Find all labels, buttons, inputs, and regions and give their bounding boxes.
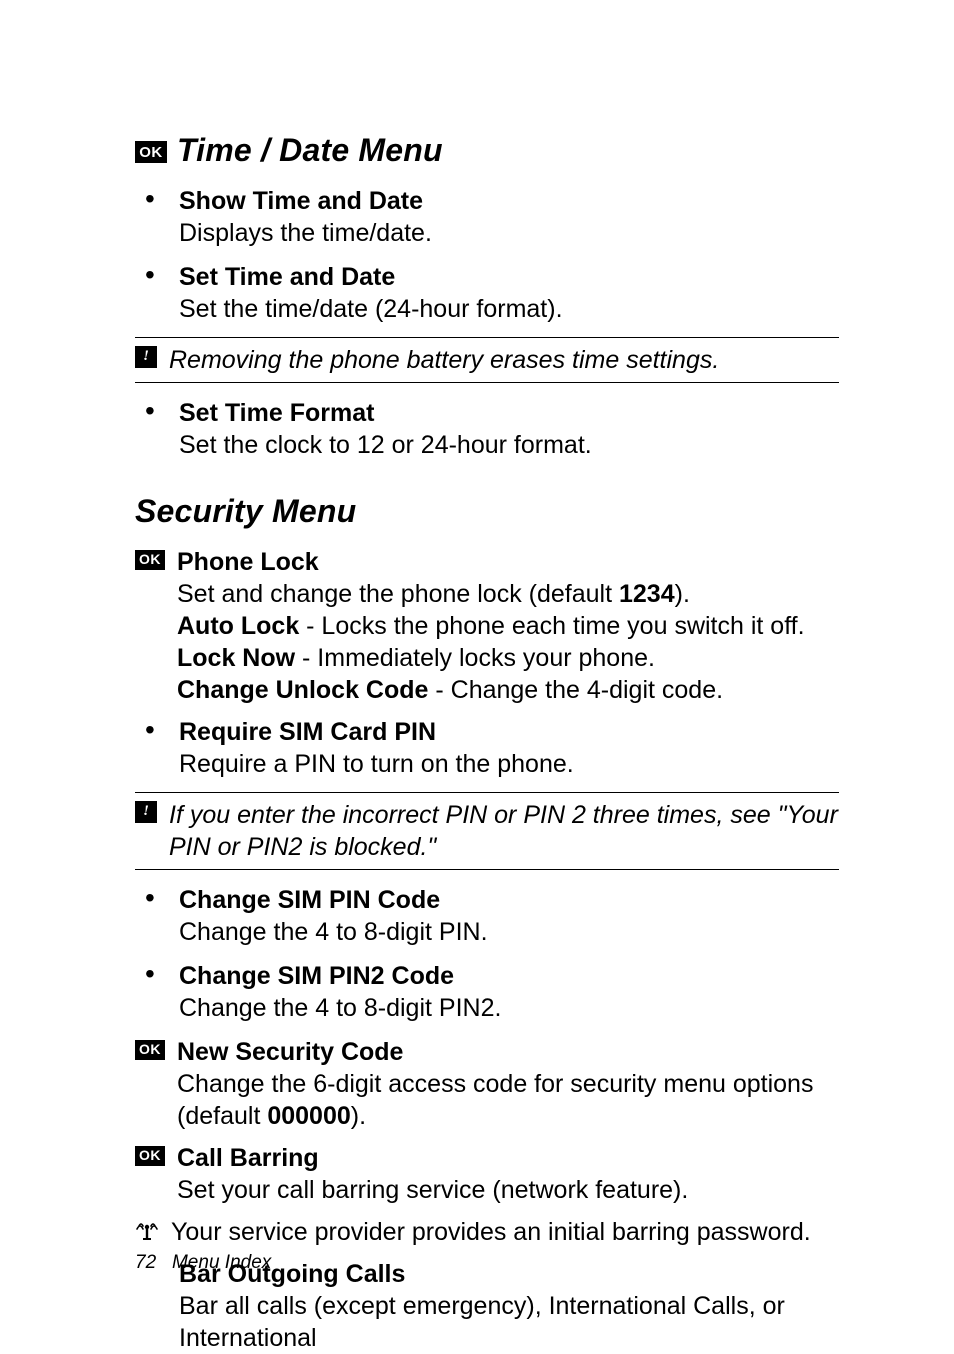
page-footer: 72 Menu Index [135,1251,271,1275]
item-desc: Set the clock to 12 or 24-hour format. [179,429,839,461]
ok-icon: OK [135,550,165,570]
note-pin: ! If you enter the incorrect PIN or PIN … [135,792,839,870]
time-date-list: Show Time and Date Displays the time/dat… [135,185,839,325]
footer-label: Menu Index [172,1252,271,1273]
sub-item: Change Unlock Code - Change the 4-digit … [177,674,839,706]
heading-security: Security Menu [135,491,839,532]
item-desc: Require a PIN to turn on the phone. [179,748,839,780]
desc: - Change the 4-digit code. [428,676,723,704]
item-title: Phone Lock [177,546,839,578]
list-item: Set Time Format Set the clock to 12 or 2… [135,397,839,461]
text: ). [351,1102,366,1130]
item-desc: Change the 4 to 8-digit PIN. [179,916,839,948]
ok-icon: OK [135,1146,165,1166]
security-list-2: Change SIM PIN Code Change the 4 to 8-di… [135,884,839,1024]
note-text: Removing the phone battery erases time s… [169,344,839,376]
item-desc: Set your call barring service (network f… [177,1174,839,1206]
item-desc: Change the 6-digit access code for secur… [177,1068,839,1132]
item-desc: Set and change the phone lock (default 1… [177,578,839,610]
list-item: Set Time and Date Set the time/date (24-… [135,261,839,325]
item-title: Require SIM Card PIN [179,716,839,748]
item-title: Change SIM PIN2 Code [179,960,839,992]
default-code: 000000 [267,1102,350,1130]
label: Auto Lock [177,612,299,640]
item-title: Call Barring [177,1142,839,1174]
item-title: Show Time and Date [179,185,839,217]
security-list-1: Require SIM Card PIN Require a PIN to tu… [135,716,839,780]
list-item: Change SIM PIN2 Code Change the 4 to 8-d… [135,960,839,1024]
label: Lock Now [177,644,295,672]
time-date-list-2: Set Time Format Set the clock to 12 or 2… [135,397,839,461]
item-title: Set Time Format [179,397,839,429]
item-title: Set Time and Date [179,261,839,293]
alert-icon: ! [135,801,157,823]
ok-icon: OK [135,141,167,163]
item-desc: Bar all calls (except emergency), Intern… [179,1290,839,1354]
feature-phone-lock: OK Phone Lock Set and change the phone l… [135,546,839,706]
alert-icon: ! [135,346,157,368]
page-number: 72 [135,1252,156,1273]
feature-new-security-code: OK New Security Code Change the 6-digit … [135,1036,839,1132]
text: ). [675,580,690,608]
network-note-text: Your service provider provides an initia… [171,1216,839,1248]
list-item: Change SIM PIN Code Change the 4 to 8-di… [135,884,839,948]
sub-item: Lock Now - Immediately locks your phone. [177,642,839,674]
heading-security-text: Security Menu [135,493,356,529]
desc: - Locks the phone each time you switch i… [299,612,804,640]
list-item: Require SIM Card PIN Require a PIN to tu… [135,716,839,780]
heading-time-date: OK Time / Date Menu [135,130,839,171]
note-battery: ! Removing the phone battery erases time… [135,337,839,383]
text: Set and change the phone lock (default [177,580,619,608]
item-title: Bar Outgoing Calls [179,1258,839,1290]
ok-icon: OK [135,1040,165,1060]
item-desc: Change the 4 to 8-digit PIN2. [179,992,839,1024]
heading-time-date-text: Time / Date Menu [177,130,443,171]
item-desc: Displays the time/date. [179,217,839,249]
item-title: Change SIM PIN Code [179,884,839,916]
item-desc: Set the time/date (24-hour format). [179,293,839,325]
list-item: Show Time and Date Displays the time/dat… [135,185,839,249]
default-code: 1234 [619,580,675,608]
feature-call-barring: OK Call Barring Set your call barring se… [135,1142,839,1206]
label: Change Unlock Code [177,676,428,704]
network-icon [135,1218,159,1242]
sub-item: Auto Lock - Locks the phone each time yo… [177,610,839,642]
desc: - Immediately locks your phone. [295,644,655,672]
network-note: Your service provider provides an initia… [135,1216,839,1248]
note-text: If you enter the incorrect PIN or PIN 2 … [169,799,839,863]
item-title: New Security Code [177,1036,839,1068]
